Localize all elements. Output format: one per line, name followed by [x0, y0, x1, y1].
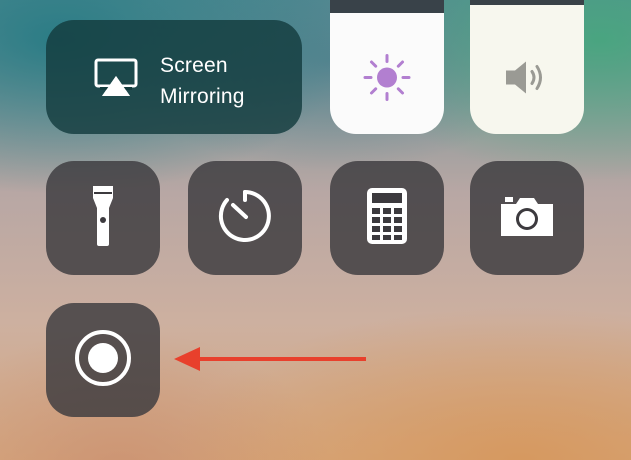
red-arrow-icon — [172, 344, 368, 379]
screen-mirroring-label-line2: Mirroring — [160, 85, 245, 108]
calculator-button[interactable] — [330, 161, 444, 275]
screen-recording-button[interactable] — [46, 303, 160, 417]
flashlight-button[interactable] — [46, 161, 160, 275]
screen-mirroring-label-line1: Screen — [160, 54, 228, 77]
airplay-icon — [94, 58, 138, 103]
timer-button[interactable] — [188, 161, 302, 275]
camera-button[interactable] — [470, 161, 584, 275]
screen-mirroring-label: Screen Mirroring — [160, 50, 290, 112]
timer-icon — [217, 188, 273, 249]
volume-slider-empty-track — [470, 0, 584, 5]
speaker-icon — [502, 58, 552, 103]
volume-slider[interactable] — [470, 0, 584, 134]
sun-icon — [363, 54, 411, 107]
calculator-icon — [367, 187, 407, 249]
flashlight-icon — [91, 184, 115, 253]
screen-mirroring-button[interactable]: Screen Mirroring — [46, 20, 302, 134]
brightness-slider-empty-track — [330, 0, 444, 13]
camera-icon — [499, 194, 555, 243]
brightness-slider[interactable] — [330, 0, 444, 134]
record-icon — [73, 328, 133, 393]
